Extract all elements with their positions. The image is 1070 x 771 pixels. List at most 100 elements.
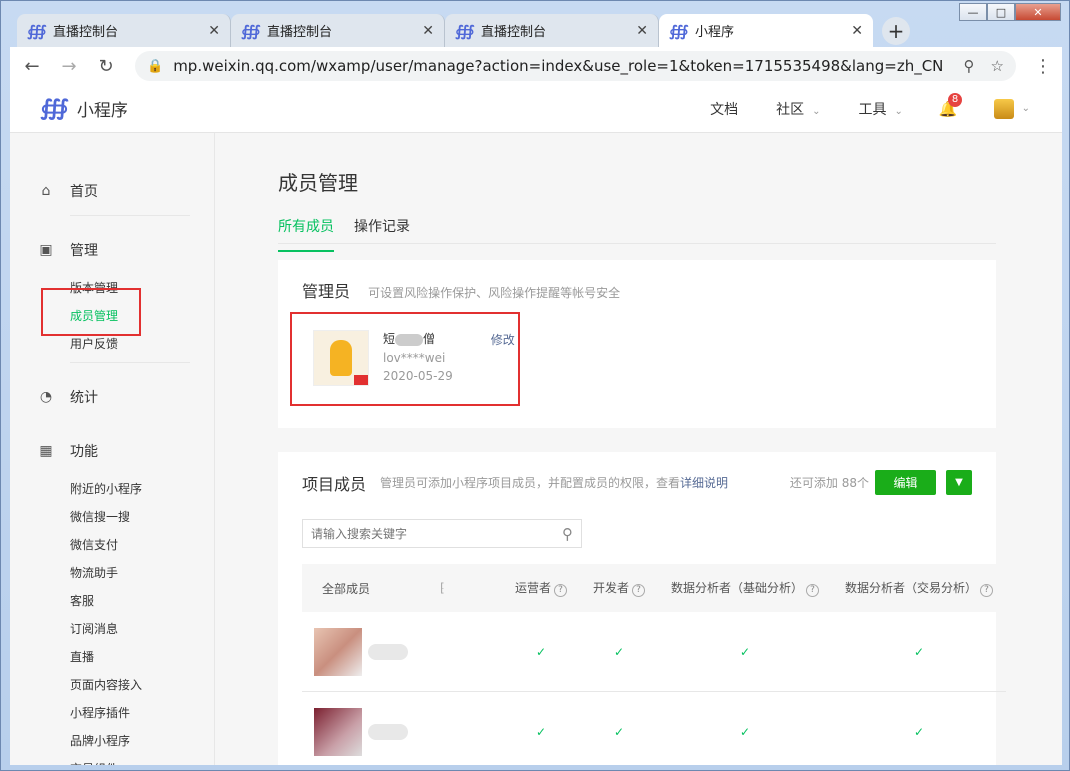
notification-bell-icon[interactable]: 🔔 8 bbox=[939, 92, 963, 118]
sidebar-item-trade[interactable]: 交易组件 bbox=[70, 755, 214, 765]
reload-icon[interactable]: ↻ bbox=[94, 56, 118, 77]
sidebar-group-label: 管理 bbox=[70, 243, 98, 259]
miniprogram-favicon-icon: ∰ bbox=[455, 21, 475, 40]
sidebar-item-subscribe[interactable]: 订阅消息 bbox=[70, 615, 214, 643]
edit-button[interactable]: 编辑 bbox=[875, 470, 936, 495]
window-controls: — □ ✕ bbox=[959, 3, 1061, 21]
sub-tabs: 所有成员 操作记录 bbox=[278, 216, 996, 252]
browser-tab[interactable]: ∰ 直播控制台 ✕ bbox=[445, 14, 659, 47]
sidebar-item-stats[interactable]: ◔ 统计 bbox=[38, 387, 214, 407]
bookmark-star-icon[interactable]: ☆ bbox=[991, 57, 1004, 75]
admin-card-desc: 可设置风险操作保护、风险操作提醒等帐号安全 bbox=[368, 286, 621, 300]
browser-toolbar: ← → ↻ 🔒 mp.weixin.qq.com/wxamp/user/mana… bbox=[10, 47, 1062, 85]
address-bar[interactable]: 🔒 mp.weixin.qq.com/wxamp/user/manage?act… bbox=[135, 51, 1016, 81]
forward-icon[interactable]: → bbox=[57, 56, 81, 77]
tab-strip: ∰ 直播控制台 ✕ ∰ 直播控制台 ✕ ∰ 直播控制台 ✕ ∰ 小程序 ✕ + bbox=[17, 14, 910, 47]
tab-label: 直播控制台 bbox=[267, 25, 333, 40]
column-label: 开发者 bbox=[592, 581, 629, 595]
sidebar-item-brand[interactable]: 品牌小程序 bbox=[70, 727, 214, 755]
check-icon: ✓ bbox=[913, 644, 925, 659]
column-label: 数据分析者（基础分析） bbox=[670, 581, 803, 595]
chevron-down-icon[interactable]: ⌄ bbox=[1022, 103, 1030, 114]
zoom-icon[interactable]: ⚲ bbox=[964, 57, 975, 75]
chevron-down-icon[interactable]: ▼ bbox=[946, 470, 972, 495]
sidebar-item-content[interactable]: 页面内容接入 bbox=[70, 671, 214, 699]
member-avatar bbox=[314, 707, 362, 756]
brand[interactable]: ∰ 小程序 bbox=[40, 96, 128, 121]
minimize-icon[interactable]: — bbox=[959, 3, 987, 21]
sidebar-group-features[interactable]: ▦ 功能 bbox=[38, 441, 214, 461]
tab-close-icon[interactable]: ✕ bbox=[208, 23, 220, 39]
help-icon[interactable]: ? bbox=[806, 584, 819, 597]
tab-close-icon[interactable]: ✕ bbox=[422, 23, 434, 39]
member-avatar bbox=[314, 627, 362, 676]
check-icon: ✓ bbox=[535, 644, 547, 659]
main-content: 成员管理 所有成员 操作记录 管理员 可设置风险操作保护、风险操作提醒等帐号安全 bbox=[215, 133, 1062, 765]
column-label: 数据分析者（交易分析） bbox=[844, 581, 977, 595]
maximize-icon[interactable]: □ bbox=[987, 3, 1015, 21]
check-icon: ✓ bbox=[739, 644, 751, 659]
details-link[interactable]: 详细说明 bbox=[680, 476, 728, 490]
help-icon[interactable]: ? bbox=[980, 584, 993, 597]
help-icon[interactable]: ? bbox=[632, 584, 645, 597]
tab-label: 直播控制台 bbox=[53, 25, 119, 40]
nav-docs[interactable]: 文档 bbox=[710, 99, 738, 119]
browser-tab[interactable]: ∰ 直播控制台 ✕ bbox=[17, 14, 231, 47]
url-text[interactable]: mp.weixin.qq.com/wxamp/user/manage?actio… bbox=[173, 57, 947, 75]
col-all-members[interactable]: 全部成员 ⁅ bbox=[302, 580, 502, 597]
search-box[interactable]: ⚲ bbox=[302, 519, 582, 548]
members-table: 全部成员 ⁅ 运营者? 开发者? 数据分析者（基础分析）? 数据分析者（交易分析）… bbox=[302, 564, 1006, 765]
window-close-icon[interactable]: ✕ bbox=[1015, 3, 1061, 21]
sidebar-item-nearby[interactable]: 附近的小程序 bbox=[70, 475, 214, 503]
check-icon: ✓ bbox=[613, 724, 625, 739]
new-tab-icon[interactable]: + bbox=[882, 17, 910, 45]
sidebar-item-service[interactable]: 客服 bbox=[70, 587, 214, 615]
back-icon[interactable]: ← bbox=[20, 56, 44, 77]
sidebar-item-home[interactable]: ⌂ 首页 bbox=[38, 181, 214, 201]
tab-all-members[interactable]: 所有成员 bbox=[278, 216, 334, 252]
account-avatar[interactable] bbox=[993, 98, 1014, 119]
sidebar-group-manage[interactable]: ▣ 管理 bbox=[38, 240, 214, 260]
sidebar-item-pay[interactable]: 微信支付 bbox=[70, 531, 214, 559]
sidebar-group-label: 功能 bbox=[70, 444, 98, 460]
help-icon[interactable]: ? bbox=[554, 584, 567, 597]
sort-icon[interactable]: ⁅ bbox=[440, 581, 445, 595]
check-icon: ✓ bbox=[739, 724, 751, 739]
nav-community[interactable]: 社区 ⌄ bbox=[776, 99, 820, 119]
tab-close-icon[interactable]: ✕ bbox=[851, 23, 863, 39]
admin-card: 管理员 可设置风险操作保护、风险操作提醒等帐号安全 短僧 lov****wei … bbox=[278, 260, 996, 428]
browser-tab-active[interactable]: ∰ 小程序 ✕ bbox=[659, 14, 873, 47]
table-row: ✓ ✓ ✓ ✓ bbox=[302, 612, 1006, 692]
browser-menu-icon[interactable]: ⋮ bbox=[1034, 56, 1052, 77]
page-viewport: ∰ 小程序 文档 社区 ⌄ 工具 ⌄ 🔔 8 ⌄ ⌂ 首页 ▣ 管理 版本管理 … bbox=[10, 85, 1062, 765]
sidebar-item-plugin[interactable]: 小程序插件 bbox=[70, 699, 214, 727]
sidebar-item-label: 首页 bbox=[70, 184, 98, 200]
member-quota: 还可添加 88个 bbox=[789, 476, 869, 490]
divider bbox=[70, 362, 190, 363]
project-card-desc: 管理员可添加小程序项目成员，并配置成员的权限，查看详细说明 bbox=[380, 474, 728, 491]
col-operator: 运营者? bbox=[502, 579, 580, 597]
top-nav: 文档 社区 ⌄ 工具 ⌄ 🔔 8 ⌄ bbox=[672, 92, 1030, 119]
browser-tab[interactable]: ∰ 直播控制台 ✕ bbox=[231, 14, 445, 47]
tab-operation-log[interactable]: 操作记录 bbox=[354, 216, 410, 243]
search-input[interactable] bbox=[311, 526, 562, 541]
check-icon: ✓ bbox=[913, 724, 925, 739]
sidebar-item-search[interactable]: 微信搜一搜 bbox=[70, 503, 214, 531]
home-icon: ⌂ bbox=[41, 183, 51, 199]
grid-icon: ▦ bbox=[39, 443, 53, 459]
column-label: 运营者 bbox=[514, 581, 551, 595]
browser-window: — □ ✕ ∰ 直播控制台 ✕ ∰ 直播控制台 ✕ ∰ 直播控制台 ✕ ∰ 小程… bbox=[0, 0, 1070, 771]
sidebar-item-live[interactable]: 直播 bbox=[70, 643, 214, 671]
miniprogram-favicon-icon: ∰ bbox=[669, 21, 689, 40]
tab-close-icon[interactable]: ✕ bbox=[636, 23, 648, 39]
nav-tools[interactable]: 工具 ⌄ bbox=[859, 99, 903, 119]
sidebar-item-logistics[interactable]: 物流助手 bbox=[70, 559, 214, 587]
page-title: 成员管理 bbox=[278, 171, 358, 195]
inbox-icon: ▣ bbox=[39, 242, 53, 258]
project-members-card: 项目成员 管理员可添加小程序项目成员，并配置成员的权限，查看详细说明 还可添加 … bbox=[278, 452, 1006, 765]
project-desc-text: 管理员可添加小程序项目成员，并配置成员的权限，查看 bbox=[380, 476, 681, 490]
column-label: 全部成员 bbox=[322, 581, 371, 596]
miniprogram-favicon-icon: ∰ bbox=[241, 21, 261, 40]
search-icon[interactable]: ⚲ bbox=[562, 525, 573, 543]
miniprogram-favicon-icon: ∰ bbox=[27, 21, 47, 40]
